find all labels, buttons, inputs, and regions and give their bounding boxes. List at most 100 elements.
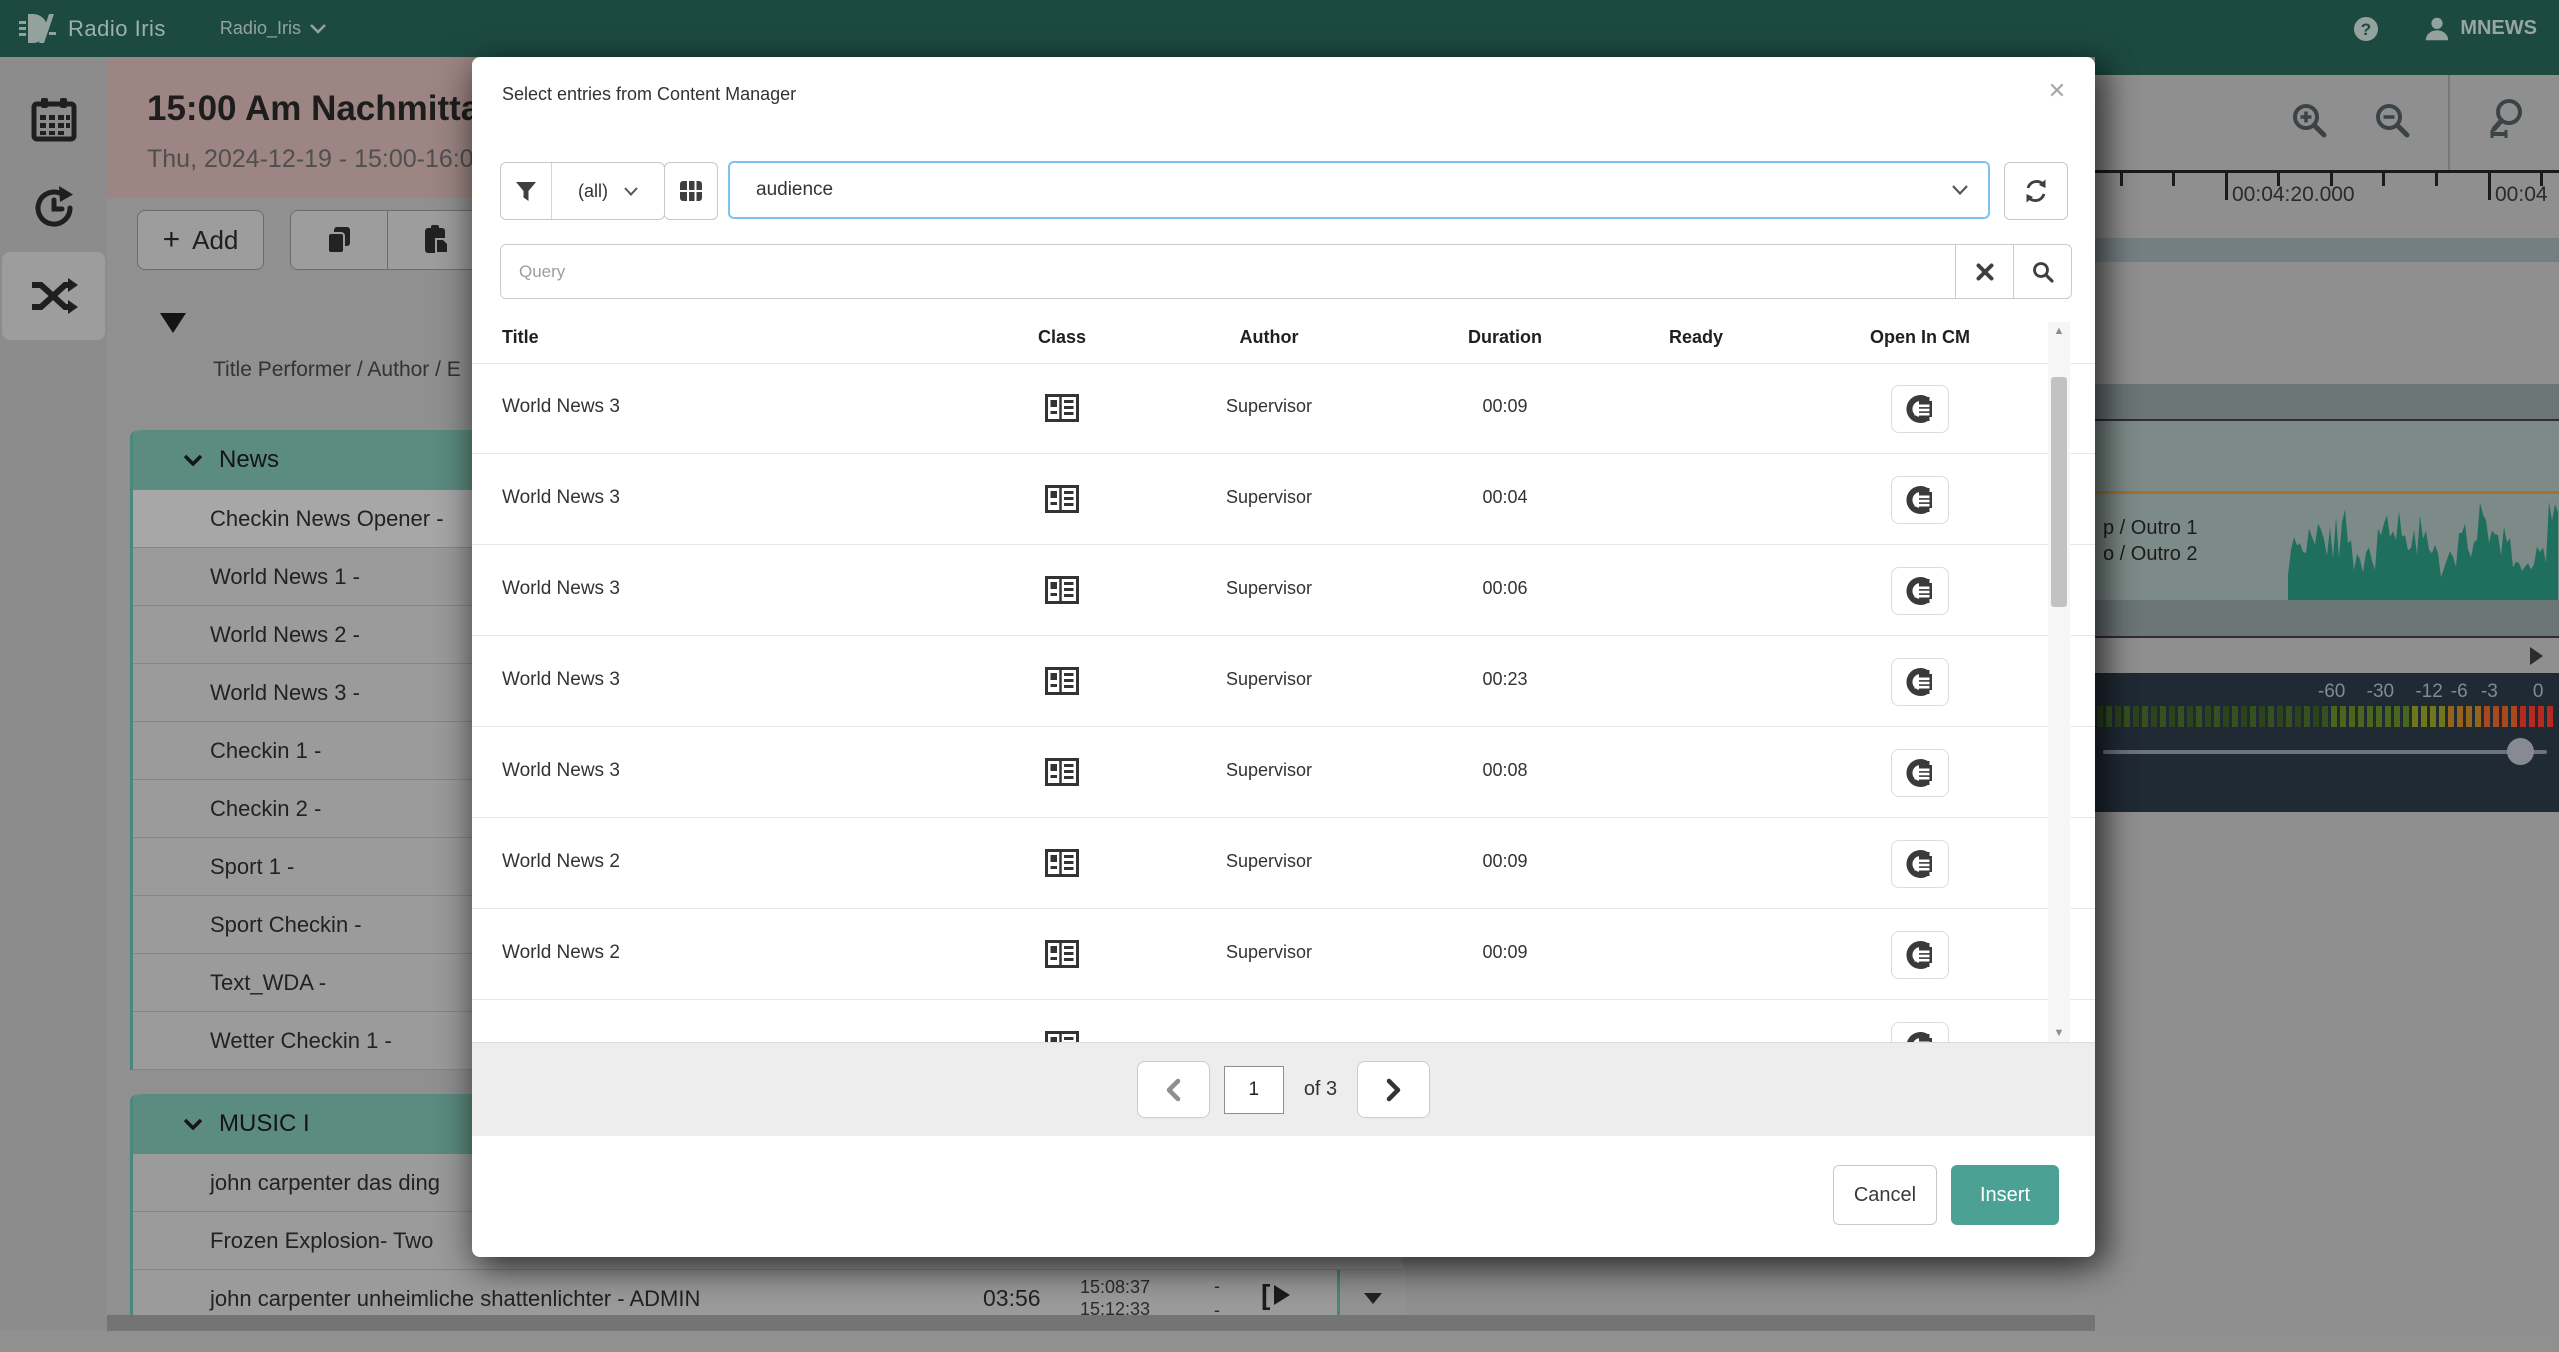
- next-page-button[interactable]: [1357, 1061, 1430, 1118]
- cancel-button[interactable]: Cancel: [1833, 1165, 1937, 1225]
- open-in-cm-button[interactable]: [1891, 476, 1949, 524]
- refresh-button[interactable]: [2004, 162, 2068, 220]
- zoom-in-icon: [2290, 102, 2330, 142]
- col-duration[interactable]: Duration: [1468, 327, 1542, 348]
- news-class-icon: [1045, 849, 1079, 877]
- content-manager-icon: [1905, 485, 1935, 515]
- col-author[interactable]: Author: [1240, 327, 1299, 348]
- filter-caret-icon[interactable]: [160, 313, 186, 333]
- page-count-label: of 3: [1304, 1078, 1337, 1101]
- plus-icon: +: [163, 226, 181, 254]
- refresh-icon: [2023, 178, 2049, 204]
- filter-button[interactable]: [501, 163, 551, 219]
- zoom-in-button[interactable]: [2288, 100, 2332, 144]
- table-row[interactable]: World News 3 Supervisor 00:08: [472, 727, 2095, 818]
- scrollbar-thumb[interactable]: [2051, 377, 2067, 607]
- table-row[interactable]: [472, 1000, 2095, 1042]
- sidebar-item-history[interactable]: [0, 164, 107, 252]
- clear-query-button[interactable]: [1955, 245, 2013, 298]
- scroll-down-icon[interactable]: ▼: [2048, 1024, 2070, 1042]
- insert-button[interactable]: Insert: [1951, 1165, 2059, 1225]
- list-item-label: Checkin 2 -: [210, 796, 321, 822]
- search-button[interactable]: [2013, 245, 2071, 298]
- pagination-bar: of 3: [472, 1042, 2095, 1136]
- meter-scale-label: 0: [2533, 681, 2544, 703]
- open-in-cm-button[interactable]: [1891, 385, 1949, 433]
- volume-slider-track[interactable]: [2103, 750, 2547, 754]
- list-item-label: john carpenter unheimliche shattenlichte…: [210, 1286, 700, 1312]
- zoom-out-button[interactable]: [2371, 100, 2415, 144]
- table-row[interactable]: World News 3 Supervisor 00:04: [472, 454, 2095, 545]
- scroll-up-icon[interactable]: ▲: [2048, 322, 2070, 340]
- table-scrollbar[interactable]: ▲ ▼: [2048, 322, 2070, 1042]
- svg-text:?: ?: [2361, 20, 2371, 39]
- prev-page-button[interactable]: [1137, 1061, 1210, 1118]
- sidebar-item-calendar[interactable]: [0, 76, 107, 164]
- content-manager-icon: [1905, 667, 1935, 697]
- open-in-cm-button[interactable]: [1891, 931, 1949, 979]
- copy-icon: [325, 225, 353, 255]
- cell-author: Supervisor: [1226, 942, 1312, 963]
- category-combobox[interactable]: audience: [728, 161, 1990, 219]
- open-in-cm-button[interactable]: [1891, 567, 1949, 615]
- query-group: [500, 244, 2072, 299]
- paste-icon: [422, 225, 450, 255]
- clear-x-icon: [1976, 263, 1994, 281]
- zoom-fit-button[interactable]: [2483, 98, 2527, 142]
- scroll-right-icon[interactable]: [2530, 647, 2543, 665]
- waveform-track[interactable]: p / Outro 1 o / Outro 2: [2095, 421, 2559, 636]
- news-class-icon: [1045, 394, 1079, 422]
- chevron-right-icon: [1385, 1078, 1403, 1102]
- category-table-button[interactable]: [664, 162, 718, 220]
- volume-slider-knob[interactable]: [2507, 738, 2534, 765]
- news-class-icon: [1045, 940, 1079, 968]
- list-item-label: Wetter Checkin 1 -: [210, 1028, 392, 1054]
- chevron-left-icon: [1164, 1078, 1182, 1102]
- content-manager-icon: [1905, 394, 1935, 424]
- list-item-label: World News 1 -: [210, 564, 360, 590]
- open-in-cm-button[interactable]: [1891, 840, 1949, 888]
- col-open-in-cm[interactable]: Open In CM: [1870, 327, 1970, 348]
- cell-author: Supervisor: [1226, 669, 1312, 690]
- item-times: 15:08:37 15:12:33: [1080, 1276, 1150, 1320]
- col-ready[interactable]: Ready: [1669, 327, 1723, 348]
- table-row[interactable]: World News 2 Supervisor 00:09: [472, 818, 2095, 909]
- table-header: Title Class Author Duration Ready Open I…: [472, 319, 2095, 364]
- sidebar-item-shuffle[interactable]: [2, 252, 105, 340]
- timeline-scroll-strip[interactable]: [2095, 638, 2559, 673]
- clip-title-strip: [2095, 384, 2559, 419]
- close-icon[interactable]: ✕: [2045, 79, 2069, 103]
- open-in-cm-button[interactable]: [1891, 749, 1949, 797]
- user-icon: [2422, 14, 2452, 44]
- open-in-cm-button[interactable]: [1891, 1022, 1949, 1042]
- table-row[interactable]: World News 3 Supervisor 00:06: [472, 545, 2095, 636]
- copy-button[interactable]: [291, 211, 388, 269]
- clip-label: p / Outro 1: [2103, 517, 2198, 540]
- play-button[interactable]: [: [1261, 1281, 1292, 1309]
- add-button[interactable]: + Add: [137, 210, 264, 270]
- cell-duration: 00:04: [1482, 487, 1527, 508]
- meter-scale-label: -60: [2318, 681, 2345, 703]
- content-manager-icon: [1905, 1031, 1935, 1042]
- search-icon: [2032, 261, 2054, 283]
- news-class-icon: [1045, 485, 1079, 513]
- col-class[interactable]: Class: [1038, 327, 1086, 348]
- table-row[interactable]: World News 3 Supervisor 00:09: [472, 363, 2095, 454]
- user-menu[interactable]: MNEWS: [2422, 14, 2537, 44]
- list-item-label: Checkin News Opener -: [210, 506, 444, 532]
- results-table: World News 3 Supervisor 00:09: [472, 363, 2095, 1042]
- open-in-cm-button[interactable]: [1891, 658, 1949, 706]
- ruler-label: 00:04: [2495, 183, 2548, 207]
- workspace-name: Radio_Iris: [220, 18, 301, 39]
- toolbar-divider: [2448, 75, 2450, 170]
- col-title[interactable]: Title: [502, 327, 539, 348]
- help-icon[interactable]: ?: [2352, 15, 2380, 43]
- level-meter: -60-30-12-6-30: [2095, 673, 2559, 812]
- page-number-input[interactable]: [1224, 1066, 1284, 1114]
- workspace-selector[interactable]: Radio_Iris: [220, 18, 326, 39]
- chevron-down-icon: [310, 24, 326, 34]
- query-input[interactable]: [501, 245, 1955, 298]
- table-row[interactable]: World News 2 Supervisor 00:09: [472, 909, 2095, 1000]
- filter-select[interactable]: (all): [551, 163, 664, 219]
- table-row[interactable]: World News 3 Supervisor 00:23: [472, 636, 2095, 727]
